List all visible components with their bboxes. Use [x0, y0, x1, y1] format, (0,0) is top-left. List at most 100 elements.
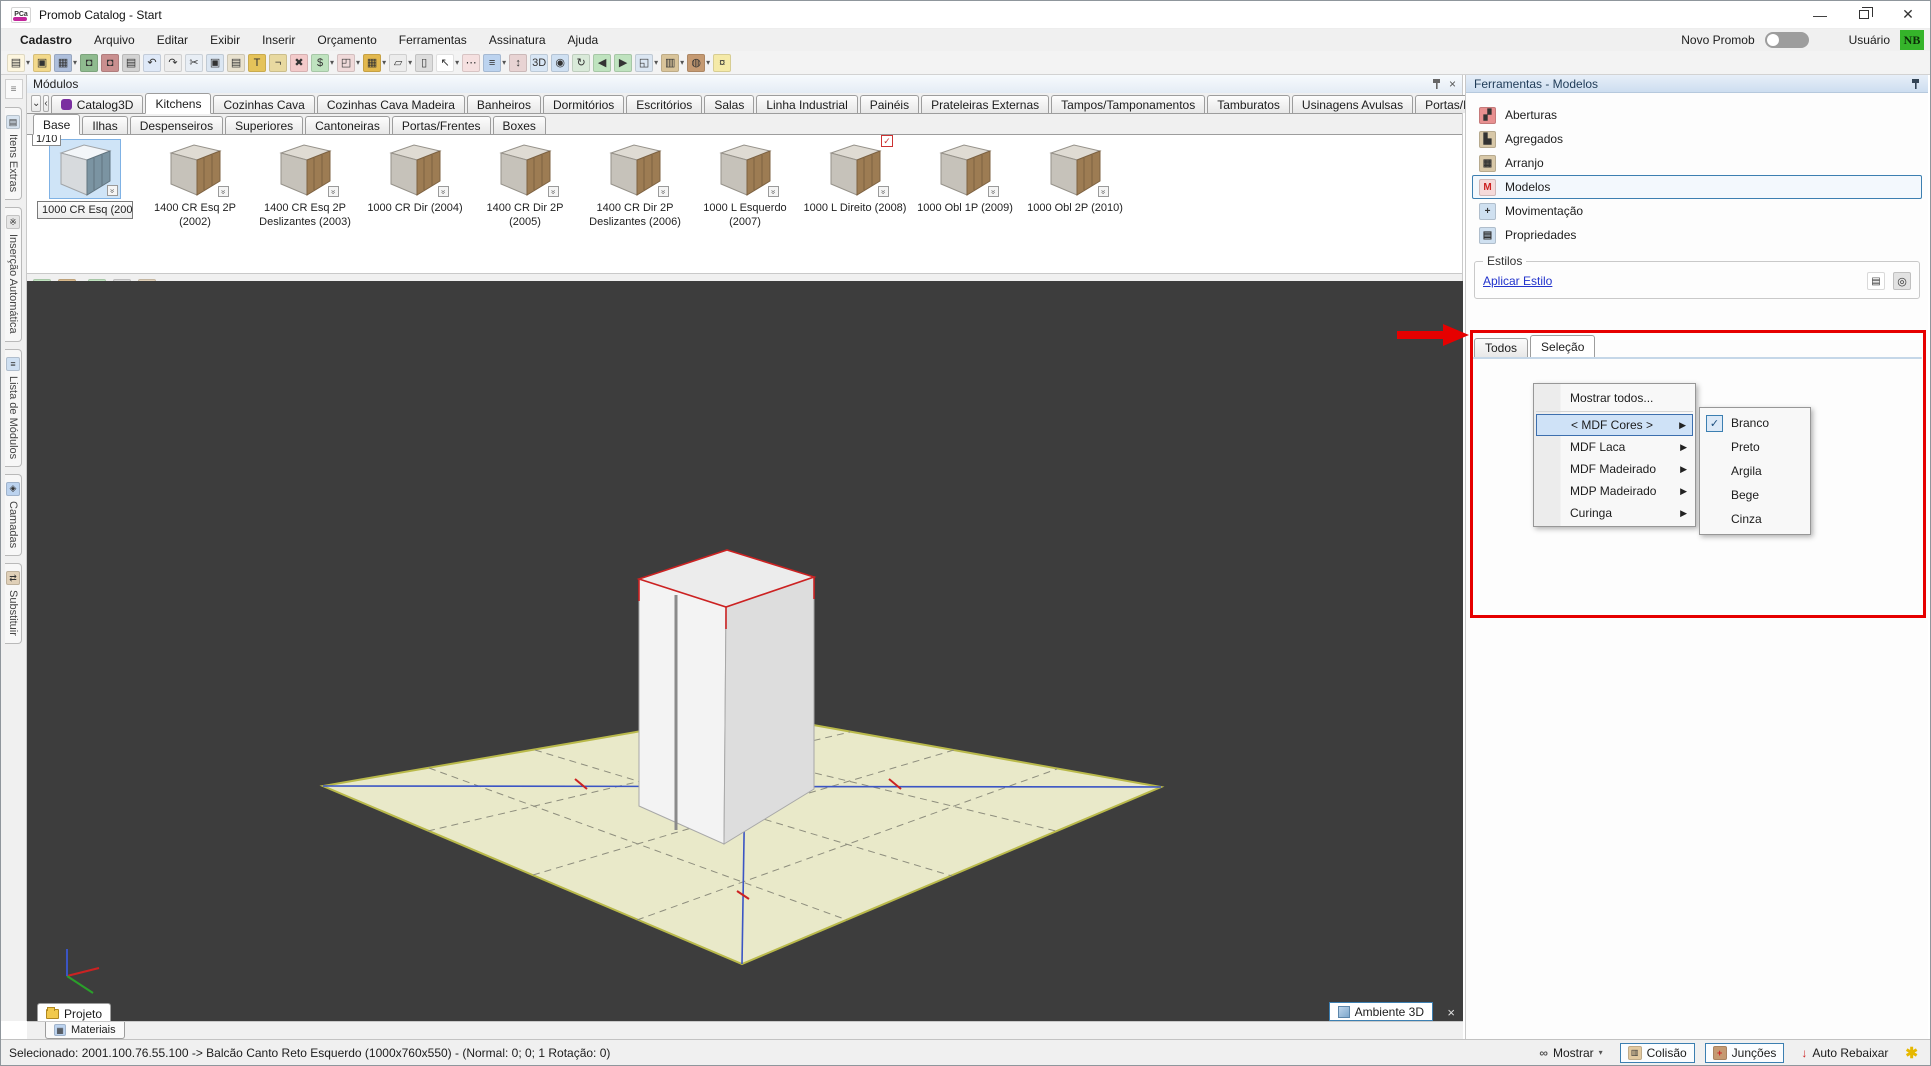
- settings-gear-icon[interactable]: ◎: [1893, 272, 1911, 290]
- toolbar-button[interactable]: ▦ ▾: [363, 54, 386, 72]
- apply-style-link[interactable]: Aplicar Estilo: [1483, 274, 1552, 288]
- toolbar-button[interactable]: ≡ ▾: [483, 54, 506, 72]
- module-item-selected[interactable]: 1/10 » 1000 CR Esq (200 ⌄: [33, 139, 137, 219]
- dropdown-arrow-icon[interactable]: ▾: [330, 58, 334, 67]
- dropdown-arrow-icon[interactable]: ▾: [382, 58, 386, 67]
- context-menu-item[interactable]: Curinga ▶: [1536, 502, 1693, 524]
- context-menu-item[interactable]: Mostrar todos... ▶: [1536, 386, 1693, 412]
- group-tab[interactable]: Base: [33, 114, 80, 135]
- auto-lower-button[interactable]: ↓ Auto Rebaixar: [1794, 1044, 1895, 1062]
- sidebar-tab[interactable]: ⇄ Substituir: [5, 563, 22, 644]
- toolbar-button[interactable]: ⋯ ▾: [462, 54, 480, 72]
- module-item[interactable]: ✓ » 1000 Obl 1P (2009): [913, 139, 1017, 216]
- dropdown-arrow-icon[interactable]: ▾: [26, 58, 30, 67]
- module-variants-icon[interactable]: »: [218, 186, 229, 197]
- context-menu-item[interactable]: MDF Laca ▶: [1536, 436, 1693, 458]
- submenu-item[interactable]: ✓ Branco: [1702, 411, 1808, 435]
- module-variants-icon[interactable]: »: [658, 186, 669, 197]
- menu-item[interactable]: Ferramentas: [388, 29, 478, 51]
- dropdown-arrow-icon[interactable]: ▾: [680, 58, 684, 67]
- styles-tab[interactable]: Seleção: [1530, 335, 1595, 357]
- tool-item[interactable]: ▤ Propriedades: [1472, 223, 1922, 247]
- toolbar-button[interactable]: ▤ ▾: [122, 54, 140, 72]
- close-button[interactable]: ✕: [1886, 1, 1930, 28]
- tool-item[interactable]: ▞ Aberturas: [1472, 103, 1922, 127]
- toolbar-button[interactable]: ↶ ▾: [143, 54, 161, 72]
- sidebar-tab[interactable]: ◈ Camadas: [5, 474, 22, 556]
- catalog-tab[interactable]: Prateleiras Externas: [921, 95, 1049, 113]
- toolbar-button[interactable]: ◰ ▾: [337, 54, 360, 72]
- module-variants-icon[interactable]: »: [107, 185, 118, 196]
- toolbar-button[interactable]: ↻ ▾: [572, 54, 590, 72]
- toolbar-button[interactable]: ◘ ▾: [80, 54, 98, 72]
- toolbar-button[interactable]: ◱ ▾: [635, 54, 658, 72]
- dropdown-arrow-icon[interactable]: ▾: [73, 58, 77, 67]
- module-item[interactable]: ✓ » 1000 L Esquerdo (2007): [693, 139, 797, 230]
- module-variants-icon[interactable]: »: [328, 186, 339, 197]
- context-menu-item[interactable]: < MDF Cores > ▶: [1536, 414, 1693, 436]
- context-menu-item[interactable]: MDP Madeirado ▶: [1536, 480, 1693, 502]
- pin-icon[interactable]: [1911, 78, 1920, 90]
- group-tab[interactable]: Ilhas: [82, 116, 127, 134]
- novo-promob-toggle[interactable]: [1765, 32, 1809, 48]
- catalog-tab[interactable]: Usinagens Avulsas: [1292, 95, 1413, 113]
- menu-item[interactable]: Assinatura: [478, 29, 557, 51]
- module-item[interactable]: ✓ » 1400 CR Dir 2P Deslizantes (2006): [583, 139, 687, 230]
- toolbar-button[interactable]: ▶ ▾: [614, 54, 632, 72]
- catalog-tab[interactable]: Tamburatos: [1207, 95, 1290, 113]
- ambient-3d-button[interactable]: Ambiente 3D: [1329, 1002, 1433, 1021]
- viewport-close-icon[interactable]: ×: [1447, 1005, 1455, 1020]
- dropdown-arrow-icon[interactable]: ▾: [356, 58, 360, 67]
- module-item[interactable]: ✓ » 1400 CR Esq 2P Deslizantes (2003): [253, 139, 357, 230]
- toolbar-button[interactable]: ¤ ▾: [713, 54, 731, 72]
- submenu-item[interactable]: ✓ Bege: [1702, 483, 1808, 507]
- toolbar-button[interactable]: ◍ ▾: [687, 54, 710, 72]
- module-variants-icon[interactable]: »: [768, 186, 779, 197]
- catalog-tab[interactable]: Cozinhas Cava Madeira: [317, 95, 465, 113]
- menu-item[interactable]: Exibir: [199, 29, 251, 51]
- dropdown-arrow-icon[interactable]: ▾: [408, 58, 412, 67]
- toolbar-button[interactable]: 3D ▾: [530, 54, 548, 72]
- module-variants-icon[interactable]: »: [878, 186, 889, 197]
- catalog-tab[interactable]: Salas: [704, 95, 754, 113]
- module-variants-icon[interactable]: »: [1098, 186, 1109, 197]
- toolbar-button[interactable]: ◀ ▾: [593, 54, 611, 72]
- module-item[interactable]: ✓ » 1000 CR Dir (2004): [363, 139, 467, 216]
- pin-icon[interactable]: [1432, 78, 1441, 90]
- catalog-tab[interactable]: Banheiros: [467, 95, 541, 113]
- catalog-tab[interactable]: Cozinhas Cava: [213, 95, 314, 113]
- collision-button[interactable]: ▥ Colisão: [1620, 1043, 1695, 1063]
- group-tab[interactable]: Boxes: [493, 116, 546, 134]
- tabs-scroll-left-button[interactable]: ‹: [43, 95, 48, 112]
- toolbar-button[interactable]: ↖ ▾: [436, 54, 459, 72]
- group-tab[interactable]: Portas/Frentes: [392, 116, 491, 134]
- group-tab[interactable]: Cantoneiras: [305, 116, 390, 134]
- menu-item[interactable]: Orçamento: [306, 29, 387, 51]
- catalog-tab[interactable]: Tampos/Tamponamentos: [1051, 95, 1205, 113]
- module-variant-combobox[interactable]: 1000 CR Esq (200 ⌄: [37, 201, 133, 219]
- submenu-item[interactable]: ✓ Preto: [1702, 435, 1808, 459]
- tabs-dropdown-button[interactable]: ⌄: [31, 95, 41, 112]
- module-variants-icon[interactable]: »: [988, 186, 999, 197]
- dropdown-arrow-icon[interactable]: ▾: [654, 58, 658, 67]
- module-item[interactable]: ✓ » 1400 CR Esq 2P (2002): [143, 139, 247, 230]
- module-item[interactable]: ✓ » 1000 Obl 2P (2010): [1023, 139, 1127, 216]
- toolbar-button[interactable]: ¬ ▾: [269, 54, 287, 72]
- tool-item[interactable]: M Modelos: [1472, 175, 1922, 199]
- toolbar-button[interactable]: T ▾: [248, 54, 266, 72]
- menu-item[interactable]: Inserir: [251, 29, 306, 51]
- toolbar-button[interactable]: ▤ ▾: [227, 54, 245, 72]
- context-menu-item[interactable]: MDF Madeirado ▶: [1536, 458, 1693, 480]
- project-tab[interactable]: Projeto: [37, 1003, 111, 1023]
- tool-item[interactable]: + Movimentação: [1472, 199, 1922, 223]
- sidebar-tab[interactable]: ≡ Lista de Módulos: [5, 349, 22, 467]
- toolbar-button[interactable]: ✂ ▾: [185, 54, 203, 72]
- minimize-button[interactable]: —: [1798, 1, 1842, 28]
- menu-item[interactable]: Cadastro: [9, 29, 83, 51]
- catalog-tab[interactable]: Catalog3D: [51, 95, 144, 113]
- submenu-item[interactable]: ✓ Cinza: [1702, 507, 1808, 531]
- catalog-tab[interactable]: Kitchens: [145, 93, 211, 114]
- sidebar-tab[interactable]: ▤ Itens Extras: [5, 107, 22, 200]
- catalog-tab[interactable]: Escritórios: [626, 95, 702, 113]
- toolbar-button[interactable]: ▤ ▾: [7, 54, 30, 72]
